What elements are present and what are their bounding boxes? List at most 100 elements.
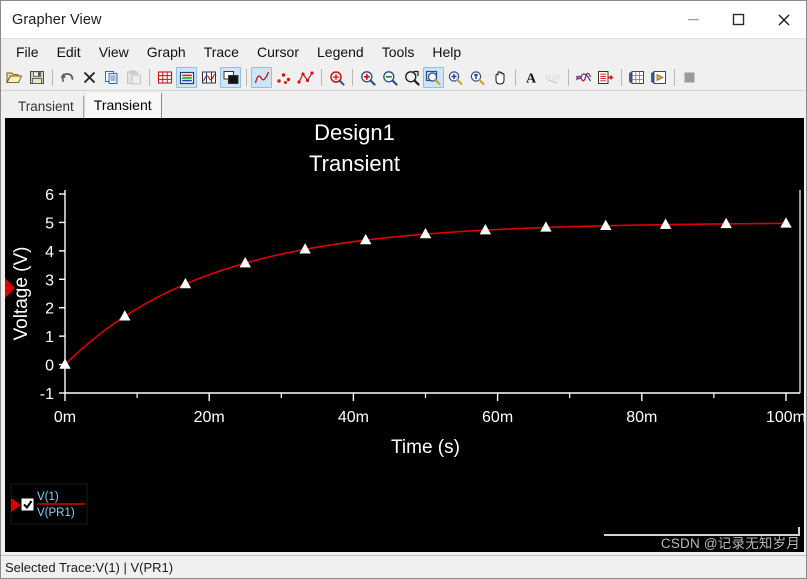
menu-item-trace[interactable]: Trace: [195, 42, 248, 63]
menu-item-edit[interactable]: Edit: [48, 42, 90, 63]
watermark-rule: [604, 534, 800, 536]
postprocess-icon: [575, 72, 592, 82]
zoom-x-button[interactable]: [445, 67, 466, 88]
pan-hand-button[interactable]: [489, 67, 510, 88]
toolbar-separator: [621, 69, 622, 86]
minimize-button[interactable]: [671, 1, 716, 38]
zoom-in-button[interactable]: [357, 67, 378, 88]
toolbar-separator: [515, 69, 516, 86]
zoom-y-icon: [470, 70, 485, 85]
formula-tool-button[interactable]: (x,y): [542, 67, 563, 88]
y-axis-label: Voltage (V): [11, 247, 32, 341]
plot-container: Design1 Transient -1 0 1 2 3 4 5 6 0m 20m 40m 60m 80m 1…: [1, 118, 806, 555]
legend-entry-label-1[interactable]: V(PR1): [37, 507, 75, 519]
undo-arrow-icon: [60, 73, 74, 82]
trace-line-V(PR1): [64, 222, 787, 366]
export-data-button[interactable]: [595, 67, 616, 88]
postprocess-button[interactable]: [573, 67, 594, 88]
grapher-window: Grapher View File Edit View Graph Trace …: [0, 0, 807, 579]
line-trace-button[interactable]: [251, 67, 272, 88]
legend-entry-label-0[interactable]: V(1): [37, 491, 59, 503]
zoom-restore-button[interactable]: [423, 67, 444, 88]
copy-icon: [104, 71, 117, 84]
send-to-button[interactable]: [648, 67, 669, 88]
toolbar-separator: [352, 69, 353, 86]
x-tick-label: 20m: [194, 409, 225, 426]
line-points-icon: [297, 71, 314, 84]
zoom-out-button[interactable]: [379, 67, 400, 88]
menu-item-cursor[interactable]: Cursor: [248, 42, 308, 63]
save-disk-icon: [29, 71, 44, 84]
toolbar-separator: [674, 69, 675, 86]
menu-item-view[interactable]: View: [90, 42, 138, 63]
toolbar-separator: [568, 69, 569, 86]
cursors-icon: [201, 71, 216, 84]
tab-transient-1[interactable]: Transient: [9, 96, 84, 118]
text-tool-button[interactable]: A: [520, 67, 541, 88]
cut-x-icon: [83, 71, 96, 84]
scatter-points-button[interactable]: [273, 67, 294, 88]
y-tick-label: -1: [40, 386, 54, 403]
tab-transient-2[interactable]: Transient: [83, 93, 162, 118]
open-folder-button[interactable]: [4, 67, 25, 88]
menu-item-tools[interactable]: Tools: [373, 42, 424, 63]
y-tick-label: 3: [45, 272, 54, 289]
paste-icon: [126, 70, 141, 85]
zoom-y-button[interactable]: [467, 67, 488, 88]
line-points-button[interactable]: [295, 67, 316, 88]
svg-text:(x,y): (x,y): [546, 73, 560, 81]
copy-button[interactable]: [101, 67, 122, 88]
menu-item-legend[interactable]: Legend: [308, 42, 373, 63]
maximize-button[interactable]: [716, 1, 761, 38]
legend-icon: [179, 71, 194, 84]
scatter-points-icon: [276, 73, 290, 84]
menu-item-file[interactable]: File: [7, 42, 48, 63]
window-title: Grapher View: [12, 11, 102, 28]
legend-box[interactable]: V(1) V(PR1): [10, 483, 88, 525]
open-folder-icon: [6, 72, 23, 84]
toolbar-separator: [149, 69, 150, 86]
cut-button[interactable]: [79, 67, 100, 88]
y-tick-label: 6: [45, 187, 54, 204]
legend-toggle-button[interactable]: [176, 67, 197, 88]
grid-toggle-button[interactable]: [154, 67, 175, 88]
text-tool-icon: A: [525, 72, 536, 86]
undo-button[interactable]: [57, 67, 78, 88]
y-tick-label: 0: [45, 358, 54, 375]
x-axis-label: Time (s): [391, 437, 460, 458]
x-tick-label: 80m: [626, 409, 657, 426]
maximize-icon: [732, 13, 745, 26]
zoom-fit-icon: [404, 70, 420, 86]
toolbar-separator: [246, 69, 247, 86]
x-tick-label: 60m: [482, 409, 513, 426]
x-tick-label: 40m: [338, 409, 369, 426]
selected-trace-status: Selected Trace:V(1) | V(PR1): [5, 559, 174, 575]
pan-hand-icon: [495, 70, 504, 85]
paste-button[interactable]: [123, 67, 144, 88]
svg-text:A: A: [525, 72, 536, 86]
cursors-toggle-button[interactable]: [198, 67, 219, 88]
background-toggle-button[interactable]: [220, 67, 241, 88]
menu-item-graph[interactable]: Graph: [138, 42, 195, 63]
formula-tool-icon: (x,y): [546, 73, 560, 84]
toolbar: A (x,y): [1, 65, 806, 91]
graph-canvas[interactable]: Design1 Transient -1 0 1 2 3 4 5 6 0m 20m 40m 60m 80m 1…: [5, 118, 804, 552]
stop-button[interactable]: [679, 67, 700, 88]
background-icon: [223, 71, 238, 84]
statusbar: Selected Trace:V(1) | V(PR1): [1, 555, 806, 578]
chart-title: Design1: [314, 120, 395, 145]
send-to-icon: [651, 71, 666, 84]
spreadsheet-button[interactable]: [626, 67, 647, 88]
menubar: File Edit View Graph Trace Cursor Legend…: [1, 39, 806, 65]
zoom-x-icon: [448, 70, 463, 85]
window-titlebar: Grapher View: [1, 1, 806, 39]
zoom-region-button[interactable]: [326, 67, 347, 88]
save-disk-button[interactable]: [26, 67, 47, 88]
watermark-tick: [798, 527, 800, 536]
zoom-out-icon: [382, 70, 398, 86]
export-data-icon: [598, 71, 614, 84]
stop-icon: [684, 72, 695, 83]
close-button[interactable]: [761, 1, 806, 38]
menu-item-help[interactable]: Help: [423, 42, 470, 63]
zoom-fit-button[interactable]: [401, 67, 422, 88]
